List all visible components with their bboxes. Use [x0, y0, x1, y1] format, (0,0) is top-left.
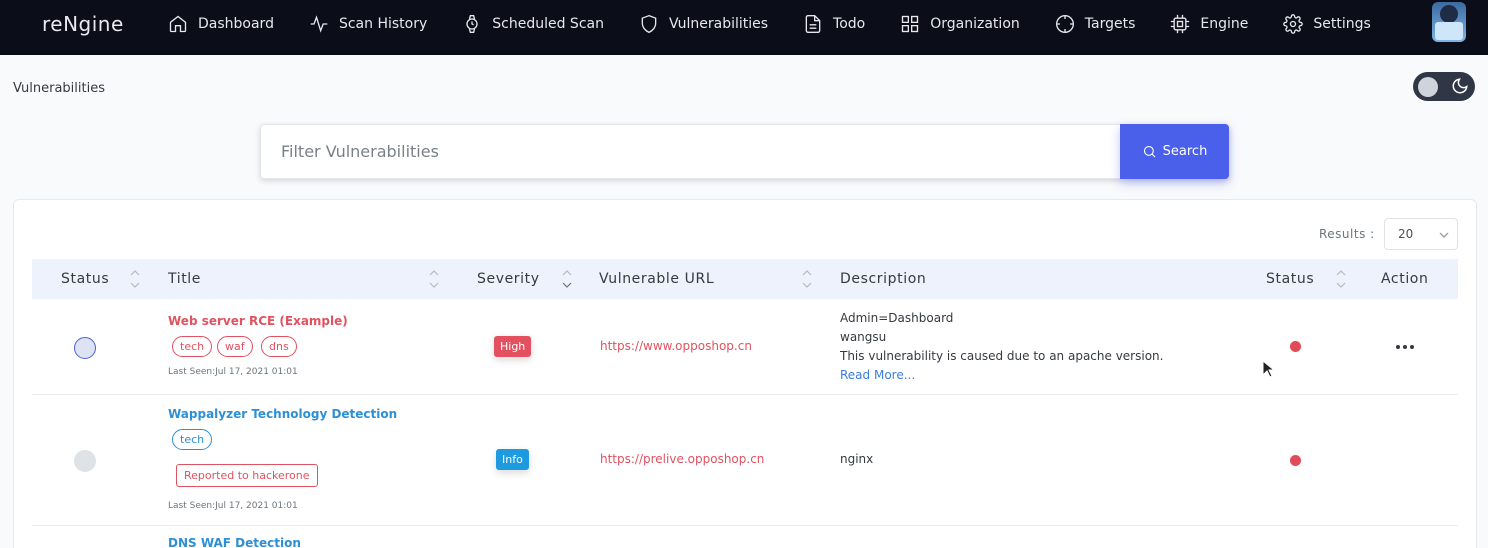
row-divider: [32, 394, 1458, 395]
tag-badge[interactable]: waf: [217, 336, 253, 357]
nav-item-dashboard[interactable]: Dashboard: [168, 14, 274, 34]
sort-icon[interactable]: [1336, 269, 1346, 289]
status-indicator-dot: [1290, 341, 1301, 352]
file-text-icon: [805, 14, 821, 33]
more-actions-icon[interactable]: [1394, 341, 1418, 353]
main-nav: Dashboard Scan History Scheduled Scan Vu…: [168, 0, 1406, 47]
nav-label: Engine: [1200, 15, 1249, 32]
vulnerability-title[interactable]: DNS WAF Detection: [168, 536, 301, 548]
read-more-link[interactable]: Read More...: [840, 368, 915, 382]
nav-label: Organization: [930, 15, 1020, 32]
tag-badge[interactable]: tech: [172, 336, 213, 357]
severity-badge: Info: [496, 449, 529, 470]
results-value: 20: [1398, 227, 1414, 241]
sort-icon[interactable]: [429, 269, 439, 289]
tag-badge[interactable]: tech: [172, 429, 213, 450]
cpu-icon: [1171, 14, 1190, 33]
sort-icon[interactable]: [802, 269, 812, 289]
theme-toggle[interactable]: [1413, 72, 1475, 101]
crosshair-icon: [1055, 14, 1074, 33]
nav-label: Scheduled Scan: [492, 15, 604, 32]
gear-icon: [1283, 13, 1304, 34]
nav-label: Scan History: [338, 15, 428, 32]
row-divider: [32, 525, 1458, 526]
user-avatar[interactable]: [1432, 2, 1466, 42]
search-input[interactable]: [260, 124, 1120, 179]
sort-icon[interactable]: [562, 269, 572, 289]
avatar-head: [1440, 5, 1458, 23]
nav-item-organization[interactable]: Organization: [900, 14, 1020, 34]
search-button[interactable]: Search: [1120, 124, 1229, 179]
nav-label: Settings: [1313, 15, 1371, 32]
column-header-status-2[interactable]: Status: [1266, 271, 1314, 287]
brand-logo[interactable]: reNgine: [42, 12, 124, 36]
tag-badge[interactable]: dns: [261, 336, 297, 357]
column-header-vulnerable-url[interactable]: Vulnerable URL: [599, 271, 714, 287]
mouse-cursor-icon: [1262, 360, 1274, 378]
watch-icon: [466, 14, 478, 33]
description-line: wangsu: [840, 330, 887, 344]
description-line: nginx: [840, 452, 874, 466]
nav-item-todo[interactable]: Todo: [803, 14, 865, 34]
nav-item-engine[interactable]: Engine: [1170, 14, 1248, 34]
column-header-action: Action: [1381, 271, 1429, 287]
status-indicator-dot: [1290, 455, 1301, 466]
status-toggle[interactable]: [74, 337, 96, 359]
nav-label: Targets: [1084, 15, 1136, 32]
search-icon: [1143, 145, 1156, 158]
dot: [1410, 345, 1414, 349]
severity-badge: High: [494, 336, 532, 357]
results-label: Results :: [1319, 227, 1375, 241]
nav-item-targets[interactable]: Targets: [1055, 14, 1136, 34]
last-seen-text: Last Seen:Jul 17, 2021 01:01: [168, 501, 298, 511]
vulnerable-url-link[interactable]: https://prelive.opposhop.cn: [600, 452, 764, 466]
nav-label: Vulnerabilities: [668, 15, 769, 32]
moon-icon: [1452, 78, 1468, 94]
grid-icon: [902, 15, 919, 32]
last-seen-text: Last Seen:Jul 17, 2021 01:01: [168, 367, 298, 377]
table-header: Status Title Severity Vulnerable URL Des…: [32, 259, 1458, 299]
toggle-knob: [1418, 77, 1438, 97]
nav-label: Todo: [833, 15, 866, 32]
search-button-label: Search: [1162, 144, 1208, 159]
top-navbar: reNgine Dashboard Scan History Scheduled…: [0, 0, 1488, 55]
dot: [1403, 345, 1407, 349]
nav-item-vulnerabilities[interactable]: Vulnerabilities: [639, 14, 768, 34]
description-line: Admin=Dashboard: [840, 311, 954, 325]
sort-icon[interactable]: [130, 269, 140, 289]
page-title: Vulnerabilities: [13, 81, 105, 96]
description-line: This vulnerability is caused due to an a…: [840, 349, 1164, 363]
vulnerable-url-link[interactable]: https://www.opposhop.cn: [600, 339, 752, 353]
reported-badge: Reported to hackerone: [176, 464, 318, 487]
search-bar: Search: [260, 124, 1229, 179]
vulnerability-title[interactable]: Wappalyzer Technology Detection: [168, 407, 397, 421]
column-header-title[interactable]: Title: [168, 271, 201, 287]
results-per-page-select[interactable]: 20: [1384, 218, 1458, 250]
column-header-severity[interactable]: Severity: [477, 271, 540, 287]
shield-icon: [641, 14, 657, 33]
chevron-down-icon: [1439, 232, 1449, 238]
nav-item-scan-history[interactable]: Scan History: [309, 14, 427, 34]
status-toggle[interactable]: [74, 450, 96, 472]
nav-item-scheduled-scan[interactable]: Scheduled Scan: [462, 14, 604, 34]
activity-icon: [310, 14, 328, 33]
avatar-laptop: [1435, 22, 1463, 40]
nav-label: Dashboard: [198, 15, 274, 32]
column-header-status[interactable]: Status: [61, 271, 109, 287]
home-icon: [169, 15, 187, 32]
column-header-description[interactable]: Description: [840, 271, 926, 287]
vulnerability-title[interactable]: Web server RCE (Example): [168, 314, 348, 328]
nav-item-settings[interactable]: Settings: [1283, 13, 1371, 34]
dot: [1396, 345, 1400, 349]
